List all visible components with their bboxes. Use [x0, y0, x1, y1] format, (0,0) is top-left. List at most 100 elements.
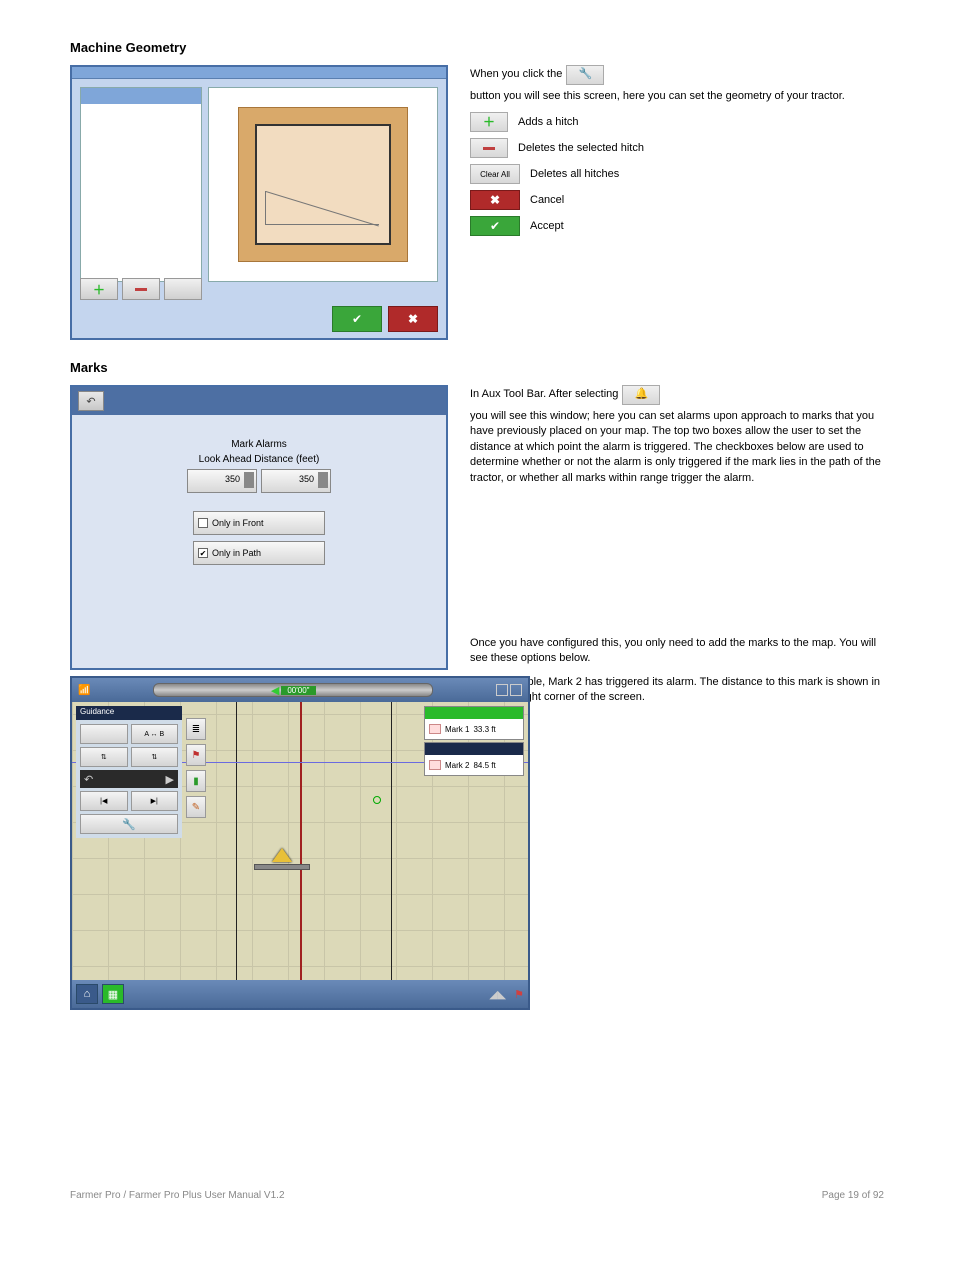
mark2-header	[425, 743, 523, 755]
legend-minus-button[interactable]	[470, 138, 508, 158]
checkbox-only-path[interactable]: ✔	[198, 548, 208, 558]
vehicle-marker	[272, 848, 328, 870]
legend-cancel-button[interactable]: ✖	[470, 190, 520, 210]
only-front-label: Only in Front	[212, 518, 264, 528]
guidance-status-row: ↶▶	[80, 770, 178, 788]
marks-heading: Marks	[70, 360, 884, 375]
prev-button[interactable]: |◀	[80, 791, 128, 811]
mark2-name: Mark 2	[445, 761, 469, 770]
checkbox-only-front[interactable]	[198, 518, 208, 528]
marks-status-panel: Mark 1 33.3 ft Mark 2 84.5 ft	[424, 706, 524, 778]
marks-para1-pre: In Aux Tool Bar. After selecting	[470, 387, 618, 402]
legend-cancel-label: Cancel	[530, 193, 564, 208]
mark1-header	[425, 707, 523, 719]
add-hitch-button[interactable]: ＋	[80, 278, 118, 300]
map-topbar: 📶 ◀ 00'00"	[72, 678, 528, 702]
cancel-button[interactable]: ✖	[388, 306, 438, 332]
guidance-panel: Guidance A ↔ B ⇅ ⇅ ↶▶ |◀ ▶| 🔧	[76, 706, 182, 838]
distance-value-2: 350	[299, 474, 314, 484]
undo-icon[interactable]: ↶	[84, 773, 93, 786]
legend-accept-button[interactable]: ✔	[470, 216, 520, 236]
boom-indicator	[254, 864, 310, 870]
clear-all-button[interactable]	[164, 278, 202, 300]
view-toggle-buttons[interactable]	[496, 684, 522, 696]
bell-button-inline[interactable]: 🔔	[622, 385, 660, 405]
distance-field-2[interactable]: 350	[261, 469, 331, 493]
section-machine-geometry: Machine Geometry	[70, 40, 884, 340]
envelope-icon	[429, 724, 441, 734]
guidance-line-center	[300, 702, 302, 980]
wrench-button-inline[interactable]: 🔧	[566, 65, 604, 85]
geometry-heading: Machine Geometry	[70, 40, 884, 55]
headland-icon[interactable]: ◢◣	[489, 988, 506, 1001]
chart-icon: ▮	[193, 776, 199, 787]
guidance-panel-title: Guidance	[76, 706, 182, 720]
bell-icon: 🔔	[635, 387, 649, 402]
distance-field-1[interactable]: 350	[187, 469, 257, 493]
marks-para1-post: you will see this window; here you can s…	[470, 409, 884, 486]
guidance-btn-3[interactable]: ⇅	[80, 747, 128, 767]
side-pin-button[interactable]: ✎	[186, 796, 206, 818]
side-range-button[interactable]: ≣	[186, 718, 206, 740]
grid-icon: ▦	[108, 988, 118, 1001]
alert-flag-icon[interactable]: ⚑	[514, 988, 524, 1001]
mark2-dist: 84.5 ft	[473, 761, 495, 770]
legend-accept-label: Accept	[530, 219, 564, 234]
keypad-icon	[244, 472, 254, 488]
guidance-btn-1[interactable]	[80, 724, 128, 744]
home-button[interactable]: ⌂	[76, 984, 98, 1004]
marks-dialog: ↶ Mark Alarms Look Ahead Distance (feet)…	[70, 385, 448, 670]
map-screen: 📶 ◀ 00'00" Guidance A ↔ B ⇅ ⇅ ↶▶	[70, 676, 530, 1010]
side-chart-button[interactable]: ▮	[186, 770, 206, 792]
section-marks: Marks ↶ Mark Alarms Look Ahead Distance …	[70, 360, 884, 1010]
mark1-name: Mark 1	[445, 725, 469, 734]
marks-para1: In Aux Tool Bar. After selecting 🔔 you w…	[470, 385, 884, 486]
back-button[interactable]: ↶	[78, 391, 104, 411]
mark1-box[interactable]: Mark 1 33.3 ft	[424, 706, 524, 740]
hitch-list-selected-row[interactable]	[81, 88, 201, 104]
guidance-line-left	[236, 702, 237, 980]
x-icon: ✖	[490, 192, 500, 209]
distance-label: Look Ahead Distance (feet)	[92, 454, 426, 465]
grid-view-button[interactable]: ▦	[102, 984, 124, 1004]
legend-minus-label: Deletes the selected hitch	[518, 141, 644, 156]
plus-icon: ＋	[93, 281, 105, 298]
guidance-btn-4[interactable]: ⇅	[131, 747, 179, 767]
lightbar-value: 00'00"	[281, 686, 315, 695]
side-flag-button[interactable]: ⚑	[186, 744, 206, 766]
footer-right: Page 19 of 92	[822, 1190, 884, 1201]
mark-target	[373, 796, 381, 804]
geometry-intro: When you click the 🔧 button you will see…	[470, 65, 884, 104]
legend-clearall-button[interactable]: Clear All	[470, 164, 520, 184]
footer-left: Farmer Pro / Farmer Pro Plus User Manual…	[70, 1190, 285, 1201]
plus-icon: ＋	[483, 114, 495, 131]
geometry-intro-post: button you will see this screen, here yo…	[470, 89, 845, 104]
next-button[interactable]: ▶|	[131, 791, 179, 811]
only-path-label: Only in Path	[212, 548, 261, 558]
marks-alarms-heading: Mark Alarms	[92, 439, 426, 450]
keypad-icon	[318, 472, 328, 488]
wrench-icon: 🔧	[578, 67, 592, 82]
hitch-list[interactable]	[80, 87, 202, 282]
gps-signal-icon[interactable]: 📶	[78, 685, 90, 696]
pin-icon: ✎	[192, 802, 200, 813]
guidance-wrench-button[interactable]: 🔧	[80, 814, 178, 834]
vehicle-triangle-icon	[272, 848, 292, 862]
accept-button[interactable]: ✔	[332, 306, 382, 332]
lightbar: ◀ 00'00"	[153, 683, 433, 697]
geometry-intro-pre: When you click the	[470, 67, 562, 82]
wrench-icon: 🔧	[122, 818, 136, 831]
only-in-front-toggle[interactable]: Only in Front	[193, 511, 325, 535]
mark2-box[interactable]: Mark 2 84.5 ft	[424, 742, 524, 776]
flag-icon: ⚑	[192, 750, 201, 761]
delete-hitch-button[interactable]	[122, 278, 160, 300]
page-footer: Farmer Pro / Farmer Pro Plus User Manual…	[70, 1110, 884, 1201]
x-icon: ✖	[408, 312, 418, 326]
legend-plus-button[interactable]: ＋	[470, 112, 508, 132]
ab-line-button[interactable]: A ↔ B	[131, 724, 179, 744]
geometry-dialog: ＋ ✔ ✖	[70, 65, 448, 340]
distance-value-1: 350	[225, 474, 240, 484]
check-icon: ✔	[352, 312, 362, 326]
only-in-path-toggle[interactable]: ✔ Only in Path	[193, 541, 325, 565]
geometry-preview	[208, 87, 438, 282]
